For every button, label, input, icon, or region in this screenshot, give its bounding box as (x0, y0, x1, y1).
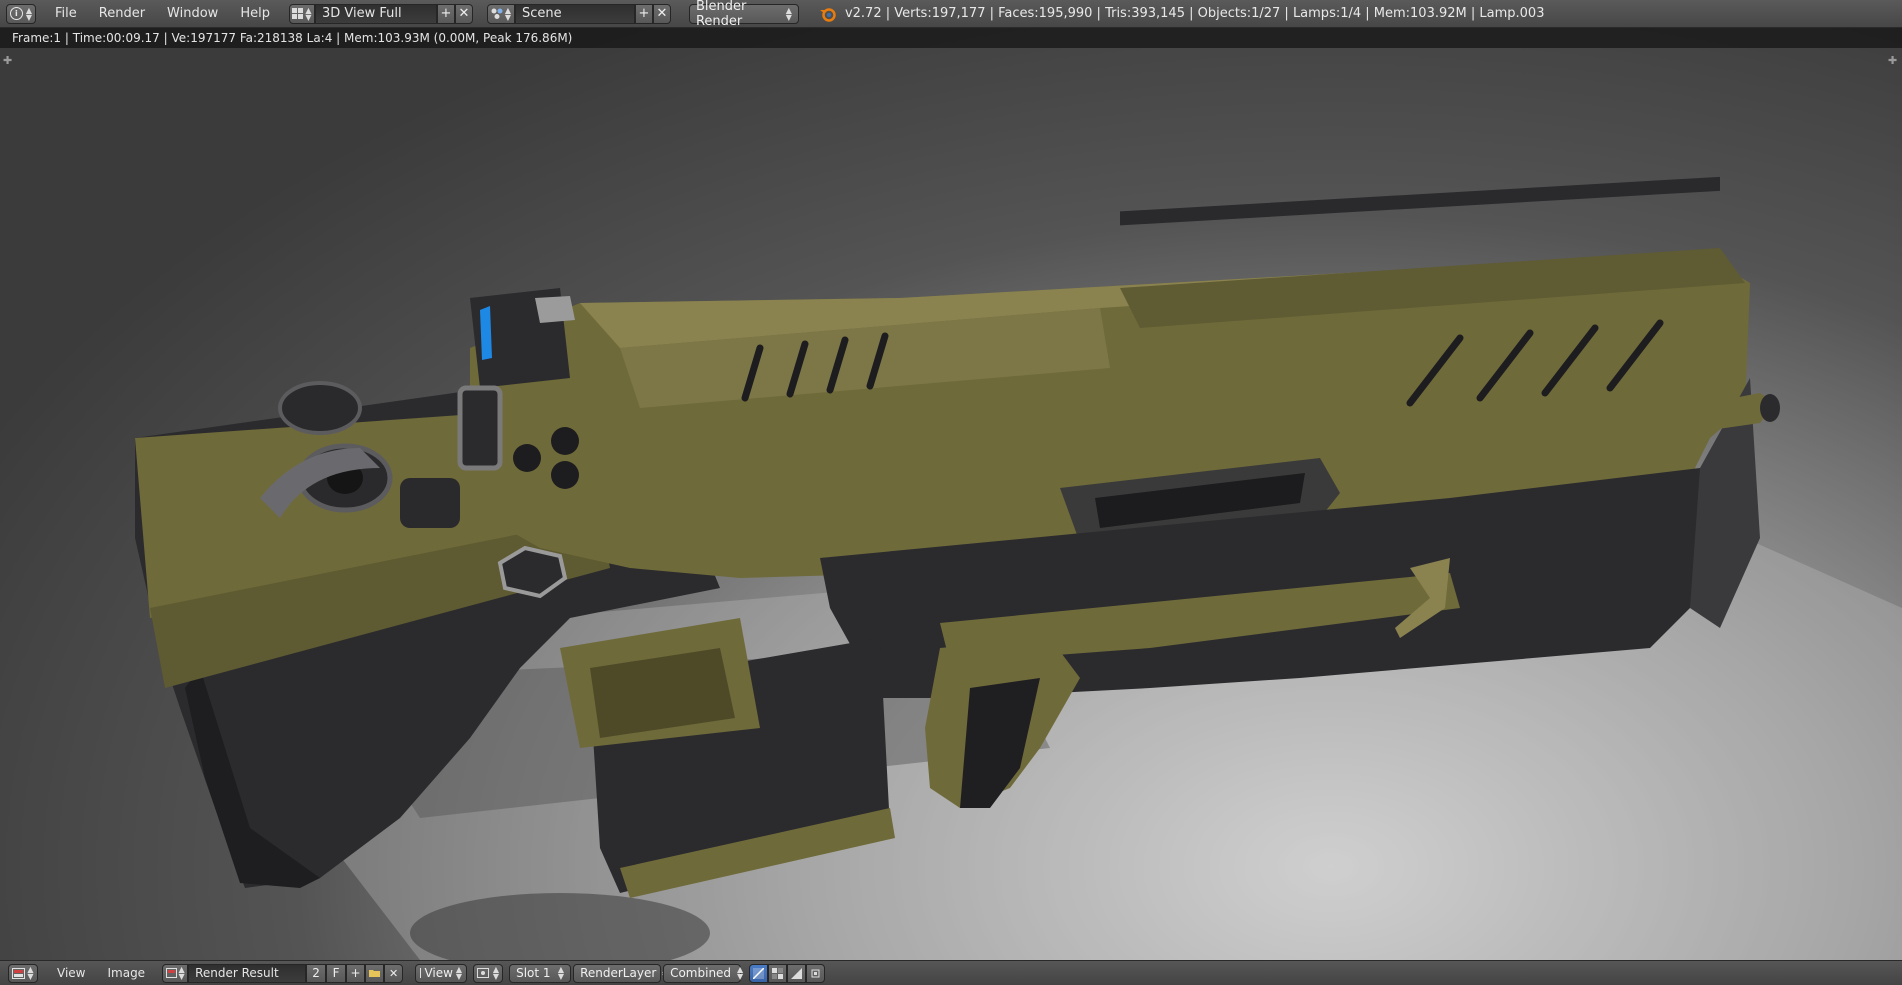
render-layer-dropdown[interactable]: RenderLayer ▲▼ (573, 963, 668, 983)
view-mode-dropdown[interactable]: View ▲ ▼ (415, 963, 468, 983)
alpha-icon (772, 967, 784, 979)
new-image-icon: + (350, 966, 361, 980)
zdepth-icon (791, 967, 803, 979)
render-info-bar: Frame:1 | Time:00:09.17 | Ve:197177 Fa:2… (0, 28, 1902, 48)
image-browse-button[interactable]: ▲ ▼ (162, 963, 189, 983)
render-engine-label: Blender Render (695, 0, 747, 29)
channel-icon (753, 967, 765, 979)
image-editor-header: ▲ ▼ View Image ▲ ▼ Render Result 2 F + ✕ V… (0, 960, 1902, 985)
camera-view-icon (477, 968, 490, 978)
editor-type-button[interactable]: i ▲ ▼ (6, 3, 36, 24)
render-engine-dropdown[interactable]: Blender Render ▲ ▼ (688, 0, 799, 29)
menu-image[interactable]: Image (96, 966, 156, 980)
image-editor-icon (12, 967, 26, 979)
fake-user-toggle[interactable]: F (326, 963, 347, 983)
add-screen-button[interactable]: + (436, 3, 455, 24)
render-viewport[interactable]: Frame:1 | Time:00:09.17 | Ve:197177 Fa:2… (0, 28, 1902, 960)
pin-button[interactable] (806, 963, 826, 983)
slot-label: Slot 1 (516, 966, 551, 980)
render-layer-label: RenderLayer (580, 966, 657, 980)
rendered-image (135, 176, 1902, 960)
pivot-dropdown[interactable]: ▲ ▼ (473, 963, 504, 983)
screen-layout-icon (292, 8, 304, 19)
new-image-button[interactable]: + (346, 963, 366, 983)
open-image-button[interactable] (365, 963, 385, 983)
info-header: i ▲ ▼ File Render Window Help ▲ ▼ 3D View … (0, 0, 1902, 29)
menu-window[interactable]: Window (156, 6, 229, 21)
image-users-count[interactable]: 2 (306, 963, 327, 983)
scene-field[interactable]: Scene (514, 3, 635, 24)
alpha-channel-button[interactable] (768, 963, 788, 983)
render-pass-label: Combined (670, 966, 732, 980)
open-image-icon (368, 970, 380, 977)
view-mode-label: View (424, 966, 453, 980)
zbuffer-button[interactable] (787, 963, 807, 983)
menu-view[interactable]: View (46, 966, 96, 980)
screen-layout-field[interactable]: 3D View Full (314, 3, 437, 24)
close-icon: ✕ (388, 966, 399, 980)
unlink-image-button[interactable]: ✕ (384, 963, 404, 983)
pin-icon (811, 969, 820, 977)
scene-browse-button[interactable]: ▲ ▼ (486, 3, 515, 24)
color-channel-button[interactable] (749, 963, 769, 983)
add-scene-button[interactable]: + (634, 3, 653, 24)
editor-type-button[interactable]: ▲ ▼ (8, 963, 38, 983)
info-editor-icon: i (9, 7, 23, 20)
menu-help[interactable]: Help (229, 6, 281, 21)
render-pass-dropdown[interactable]: Combined ▲ ▼ (663, 963, 743, 983)
image-name-field[interactable]: Render Result (188, 963, 307, 983)
scene-statistics: v2.72 | Verts:197,177 | Faces:195,990 | … (844, 6, 1545, 21)
menu-render[interactable]: Render (88, 6, 156, 21)
chevron-updown-icon: ▲ ▼ (785, 5, 792, 22)
screen-layout-browse-button[interactable]: ▲ ▼ (288, 3, 315, 24)
remove-screen-button[interactable]: ✕ (454, 3, 473, 24)
scene-icon (491, 8, 503, 19)
slot-dropdown[interactable]: Slot 1 ▲ ▼ (509, 963, 572, 983)
menu-file[interactable]: File (44, 6, 88, 21)
remove-scene-button[interactable]: ✕ (652, 3, 671, 24)
image-browse-icon (165, 968, 177, 978)
blender-logo-icon (819, 7, 836, 22)
